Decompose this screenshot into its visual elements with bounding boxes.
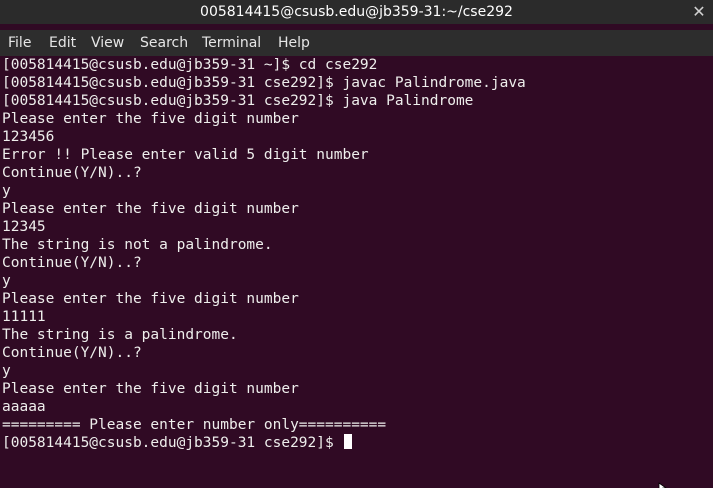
terminal-line: y: [2, 183, 11, 199]
terminal-line: Error !! Please enter valid 5 digit numb…: [2, 147, 369, 163]
window-title: 005814415@csusb.edu@jb359-31:~/cse292: [200, 4, 513, 20]
window-titlebar[interactable]: 005814415@csusb.edu@jb359-31:~/cse292 ✕: [0, 0, 713, 24]
menu-terminal[interactable]: Terminal: [202, 30, 261, 56]
terminal-line: 11111: [2, 309, 46, 325]
terminal-prompt-line[interactable]: [005814415@csusb.edu@jb359-31 cse292]$: [2, 434, 711, 452]
terminal-line: ========= Please enter number only======…: [2, 417, 387, 433]
terminal-line: y: [2, 363, 11, 379]
terminal-line: The string is not a palindrome.: [2, 237, 273, 253]
terminal-line: [005814415@csusb.edu@jb359-31 ~]$ cd cse…: [2, 57, 378, 73]
terminal-output: [005814415@csusb.edu@jb359-31 ~]$ cd cse…: [0, 56, 713, 452]
terminal-line: Please enter the five digit number: [2, 381, 299, 397]
mouse-pointer-icon: [658, 482, 667, 488]
menu-edit[interactable]: Edit: [49, 30, 76, 56]
terminal-line: aaaaa: [2, 399, 46, 415]
terminal-line: Please enter the five digit number: [2, 291, 299, 307]
terminal-window: 005814415@csusb.edu@jb359-31:~/cse292 ✕ …: [0, 0, 713, 488]
terminal-line: y: [2, 273, 11, 289]
menu-view[interactable]: View: [91, 30, 124, 56]
terminal-line: 123456: [2, 129, 55, 145]
menu-bar: File Edit View Search Terminal Help: [0, 30, 713, 56]
terminal-area[interactable]: [005814415@csusb.edu@jb359-31 ~]$ cd cse…: [0, 56, 713, 488]
menu-search[interactable]: Search: [140, 30, 188, 56]
terminal-line: Please enter the five digit number: [2, 111, 299, 127]
text-cursor: [344, 434, 353, 449]
terminal-line: Continue(Y/N)..?: [2, 165, 142, 181]
terminal-line: Continue(Y/N)..?: [2, 345, 142, 361]
terminal-line: Please enter the five digit number: [2, 201, 299, 217]
close-icon[interactable]: ✕: [685, 0, 713, 24]
terminal-line: [005814415@csusb.edu@jb359-31 cse292]$ j…: [2, 93, 474, 109]
terminal-line: The string is a palindrome.: [2, 327, 238, 343]
terminal-line: [005814415@csusb.edu@jb359-31 cse292]$ j…: [2, 75, 526, 91]
prompt-text: [005814415@csusb.edu@jb359-31 cse292]$: [2, 435, 343, 451]
menu-file[interactable]: File: [8, 30, 31, 56]
terminal-line: 12345: [2, 219, 46, 235]
menu-help[interactable]: Help: [278, 30, 310, 56]
terminal-line: Continue(Y/N)..?: [2, 255, 142, 271]
